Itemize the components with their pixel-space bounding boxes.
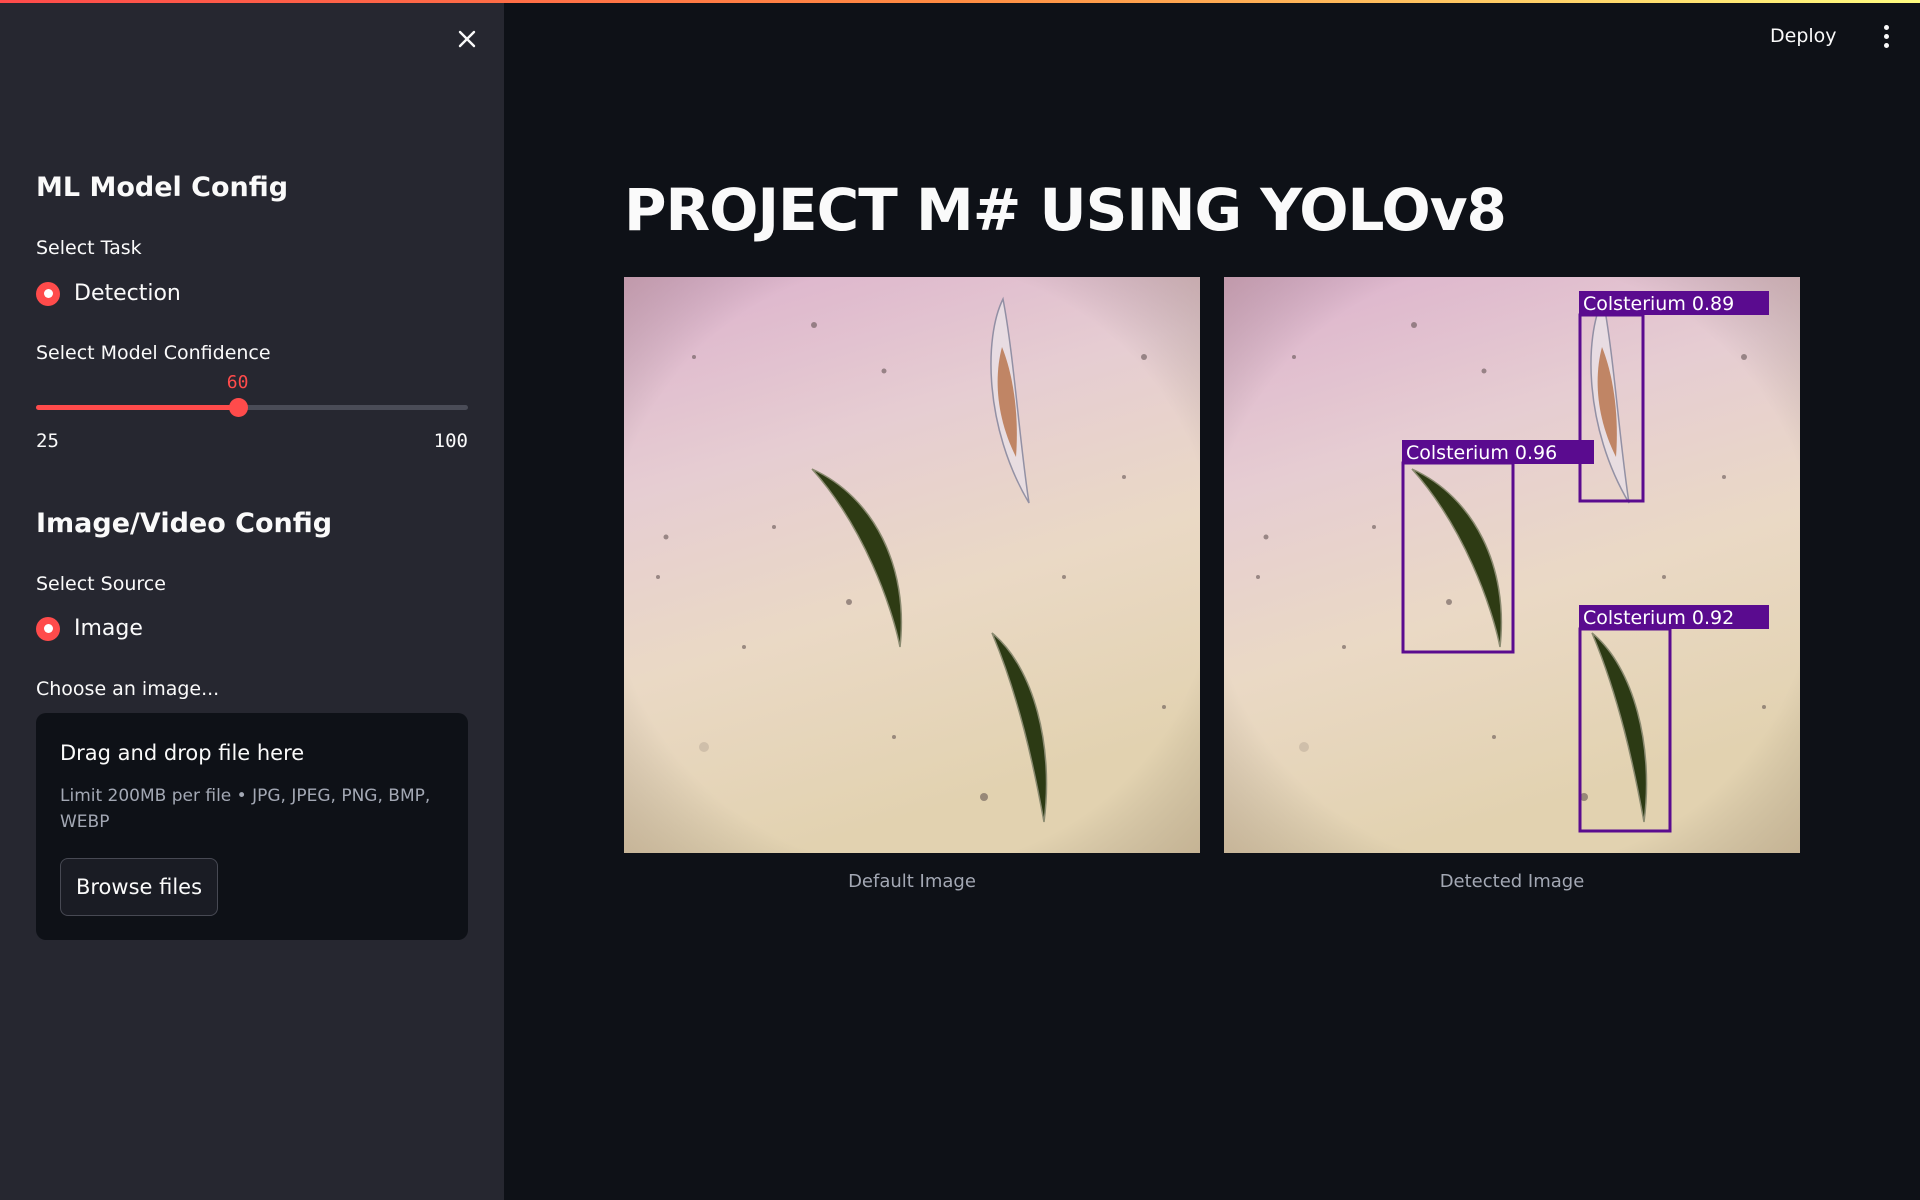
top-decoration-bar [0,0,1920,3]
slider-fill [36,405,238,410]
default-image-caption: Default Image [848,871,976,892]
detected-image: Colsterium 0.89 Colsterium 0.96 Colsteri… [1224,277,1800,853]
choose-image-label: Choose an image... [36,678,220,700]
dropzone-limit-text: Limit 200MB per file • JPG, JPEG, PNG, B… [60,786,431,832]
deploy-button[interactable]: Deploy [1770,20,1837,52]
slider-max-label: 100 [433,430,468,452]
detection-label: Colsterium 0.96 [1406,442,1557,464]
dropzone-title: Drag and drop file here [60,741,305,765]
detection-label: Colsterium 0.92 [1583,607,1734,629]
model-config-heading: ML Model Config [36,172,289,203]
kebab-dot [1883,33,1889,39]
kebab-menu-icon [1883,24,1889,30]
confidence-label: Select Model Confidence [36,342,271,364]
browse-files-button[interactable]: Browse files [60,858,218,916]
select-task-label: Select Task [36,237,142,259]
radio-detection-label: Detection [74,281,181,306]
radio-selected-icon [36,281,60,306]
sidebar: ML Model Config Select Task Detection Se… [0,0,504,1200]
file-uploader-dropzone[interactable]: Drag and drop file here Limit 200MB per … [36,713,468,940]
slider-value: 60 [226,372,249,393]
source-config-heading: Image/Video Config [36,508,333,539]
kebab-dot [1883,42,1889,48]
detected-image-figure: Colsterium 0.89 Colsterium 0.96 Colsteri… [1224,277,1800,892]
confidence-slider[interactable]: 60 25 100 [36,372,468,452]
default-image [624,277,1200,853]
radio-detection[interactable]: Detection [36,281,181,306]
detection-label: Colsterium 0.89 [1583,293,1734,315]
radio-image[interactable]: Image [36,616,143,641]
slider-min-label: 25 [36,430,59,452]
radio-selected-icon [36,616,60,641]
slider-thumb[interactable] [228,398,248,417]
main-menu-button[interactable] [1872,20,1900,52]
page-title: PROJECT M# USING YOLOv8 [624,176,1507,244]
close-sidebar-button[interactable] [452,24,482,54]
select-source-label: Select Source [36,573,166,595]
close-icon [458,30,476,48]
detected-image-caption: Detected Image [1439,871,1585,892]
radio-image-label: Image [74,616,143,641]
default-image-figure: Default Image [624,277,1200,892]
